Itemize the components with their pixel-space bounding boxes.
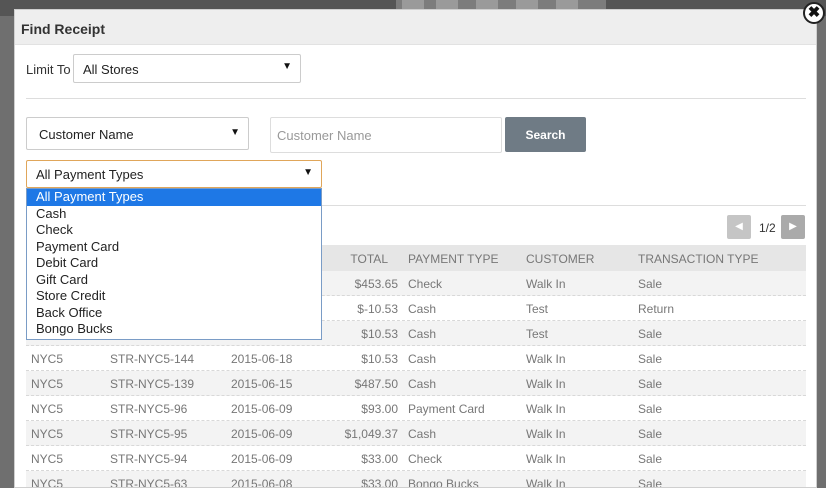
find-receipt-modal: Find Receipt Limit To All Stores ▼ Custo…: [14, 9, 817, 488]
search-field-select[interactable]: Customer Name ▼: [26, 117, 249, 150]
cell-total: $453.65: [354, 277, 398, 291]
cell-payment-type: Cash: [408, 377, 437, 391]
close-icon[interactable]: ✖: [803, 2, 825, 24]
payment-option[interactable]: Cash: [27, 206, 321, 223]
cell-store: NYC5: [31, 452, 64, 466]
cell-total: $33.00: [361, 452, 398, 466]
cell-customer: Walk In: [526, 402, 566, 416]
cell-receipt: STR-NYC5-144: [110, 352, 195, 366]
payment-type-value: All Payment Types: [36, 167, 144, 182]
cell-store: NYC5: [31, 427, 64, 441]
payment-type-select[interactable]: All Payment Types ▼: [26, 160, 322, 188]
cell-payment-type: Check: [408, 277, 443, 291]
cell-customer: Test: [526, 327, 549, 341]
payment-option[interactable]: Payment Card: [27, 239, 321, 256]
cell-customer: Walk In: [526, 477, 566, 488]
cell-total: $10.53: [361, 352, 398, 366]
cell-receipt: STR-NYC5-94: [110, 452, 188, 466]
cell-store: NYC5: [31, 477, 64, 488]
limit-to-label: Limit To: [26, 62, 71, 77]
cell-transaction-type: Sale: [638, 402, 663, 416]
cell-payment-type: Cash: [408, 327, 437, 341]
payment-option[interactable]: Gift Card: [27, 272, 321, 289]
cell-customer: Walk In: [526, 452, 566, 466]
cell-transaction-type: Sale: [638, 477, 663, 488]
header-payment-type: PAYMENT TYPE: [408, 252, 499, 266]
cell-receipt: STR-NYC5-95: [110, 427, 188, 441]
cell-receipt: STR-NYC5-139: [110, 377, 195, 391]
cell-total: $-10.53: [357, 302, 398, 316]
cell-total: $93.00: [361, 402, 398, 416]
cell-payment-type: Cash: [408, 427, 437, 441]
table-row[interactable]: NYC5 STR-NYC5-94 2015-06-09 $33.00 Check Walk…: [26, 446, 806, 471]
payment-option[interactable]: Bongo Bucks: [27, 321, 321, 338]
header-transaction-type: TRANSACTION TYPE: [638, 252, 759, 266]
cell-transaction-type: Sale: [638, 277, 663, 291]
cell-total: $33.00: [361, 477, 398, 488]
cell-date: 2015-06-08: [231, 477, 293, 488]
payment-option[interactable]: Store Credit: [27, 288, 321, 305]
caret-down-icon: ▼: [303, 167, 313, 178]
table-row[interactable]: NYC5 STR-NYC5-95 2015-06-09 $1,049.37 Cash Wa…: [26, 421, 806, 446]
cell-date: 2015-06-18: [231, 352, 293, 366]
cell-payment-type: Check: [408, 452, 443, 466]
cell-transaction-type: Sale: [638, 377, 663, 391]
cell-transaction-type: Sale: [638, 427, 663, 441]
page-indicator: 1/2: [759, 221, 776, 235]
next-page-icon[interactable]: ▶: [781, 215, 805, 239]
cell-date: 2015-06-09: [231, 402, 293, 416]
cell-total: $10.53: [361, 327, 398, 341]
table-row[interactable]: NYC5 STR-NYC5-96 2015-06-09 $93.00 Payment C…: [26, 396, 806, 421]
table-row[interactable]: NYC5 STR-NYC5-63 2015-06-08 $33.00 Bongo Buc…: [26, 471, 806, 488]
caret-down-icon: ▼: [282, 61, 292, 72]
cell-transaction-type: Sale: [638, 452, 663, 466]
cell-payment-type: Cash: [408, 352, 437, 366]
prev-page-icon[interactable]: ◀: [727, 215, 751, 239]
search-button[interactable]: Search: [505, 117, 586, 152]
search-input[interactable]: [270, 117, 502, 153]
modal-header: Find Receipt: [15, 10, 816, 45]
cell-receipt: STR-NYC5-96: [110, 402, 188, 416]
cell-customer: Walk In: [526, 352, 566, 366]
payment-type-dropdown: All Payment Types Cash Check Payment Card De…: [26, 188, 322, 340]
cell-date: 2015-06-09: [231, 427, 293, 441]
payment-option[interactable]: Back Office: [27, 305, 321, 322]
cell-receipt: STR-NYC5-63: [110, 477, 188, 488]
payment-option[interactable]: Debit Card: [27, 255, 321, 272]
table-row[interactable]: NYC5 STR-NYC5-139 2015-06-15 $487.50 Cash Wal…: [26, 371, 806, 396]
payment-option[interactable]: All Payment Types: [27, 189, 321, 206]
cell-payment-type: Cash: [408, 302, 437, 316]
cell-customer: Walk In: [526, 277, 566, 291]
store-select-value: All Stores: [83, 62, 139, 77]
modal-title: Find Receipt: [21, 21, 106, 37]
cell-payment-type: Bongo Bucks: [408, 477, 479, 488]
cell-transaction-type: Sale: [638, 352, 663, 366]
cell-customer: Walk In: [526, 427, 566, 441]
header-customer: CUSTOMER: [526, 252, 595, 266]
cell-payment-type: Payment Card: [408, 402, 485, 416]
cell-transaction-type: Return: [638, 302, 675, 316]
payment-option[interactable]: Check: [27, 222, 321, 239]
cell-date: 2015-06-09: [231, 452, 293, 466]
cell-store: NYC5: [31, 352, 64, 366]
cell-transaction-type: Sale: [638, 327, 663, 341]
search-field-value: Customer Name: [39, 127, 134, 142]
cell-customer: Test: [526, 302, 549, 316]
caret-down-icon: ▼: [230, 127, 240, 138]
divider: [26, 98, 806, 99]
cell-store: NYC5: [31, 402, 64, 416]
cell-total: $1,049.37: [344, 427, 398, 441]
cell-date: 2015-06-15: [231, 377, 293, 391]
cell-total: $487.50: [354, 377, 398, 391]
store-select[interactable]: All Stores ▼: [73, 54, 301, 83]
cell-customer: Walk In: [526, 377, 566, 391]
table-row[interactable]: NYC5 STR-NYC5-144 2015-06-18 $10.53 Cash Walk…: [26, 346, 806, 371]
cell-store: NYC5: [31, 377, 64, 391]
header-total: TOTAL: [350, 252, 388, 266]
